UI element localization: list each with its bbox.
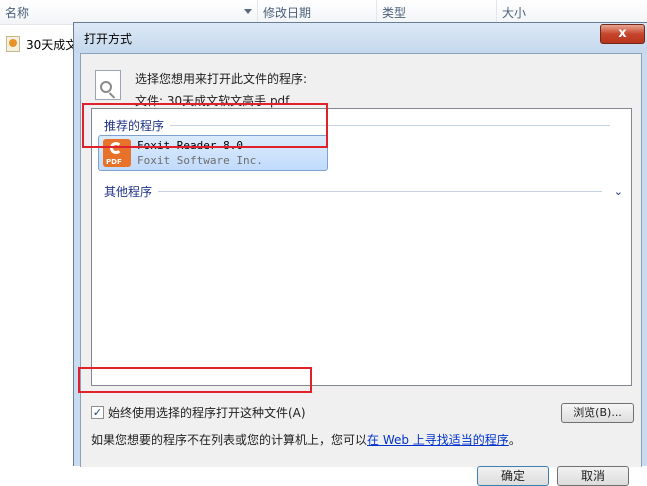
dialog-title: 打开方式	[84, 32, 133, 46]
other-group-header[interactable]: 其他程序	[104, 183, 603, 200]
column-modified-date[interactable]: 修改日期	[258, 0, 377, 24]
cancel-button[interactable]: 取消	[557, 466, 629, 486]
checkbox-highlight-box	[78, 367, 312, 393]
close-button[interactable]: x	[600, 24, 645, 44]
column-name[interactable]: 名称	[0, 0, 258, 24]
other-group-label: 其他程序	[104, 185, 153, 199]
open-with-dialog: 打开方式 x 选择您想用来打开此文件的程序: 文件: 30天成文软文高手.pdf…	[73, 22, 647, 486]
program-vendor: Foxit Software Inc.	[137, 154, 263, 167]
dialog-titlebar[interactable]: 打开方式 x	[74, 23, 647, 53]
info-suffix: 。	[508, 433, 521, 447]
web-search-link[interactable]: 在 Web 上寻找适当的程序	[367, 433, 509, 447]
file-name: 30天成文	[26, 37, 78, 52]
sort-arrow-icon[interactable]	[244, 9, 252, 14]
column-type[interactable]: 类型	[377, 0, 497, 24]
info-text: 如果您想要的程序不在列表或您的计算机上，您可以	[91, 433, 368, 447]
program-list[interactable]: 推荐的程序 Foxit Reader 8.0 Foxit Software In…	[91, 108, 632, 386]
always-use-label[interactable]: 始终使用选择的程序打开这种文件(A)	[108, 404, 306, 421]
search-document-icon	[95, 70, 121, 100]
ok-button[interactable]: 确定	[477, 466, 549, 486]
browse-button[interactable]: 浏览(B)...	[561, 403, 634, 423]
program-highlight-box	[82, 103, 328, 148]
column-size[interactable]: 大小	[497, 0, 647, 24]
group-divider	[158, 191, 603, 192]
info-row: 如果您想要的程序不在列表或您的计算机上，您可以在 Web 上寻找适当的程序。	[91, 431, 521, 448]
always-use-checkbox[interactable]: ✓	[91, 406, 104, 419]
always-use-row[interactable]: ✓ 始终使用选择的程序打开这种文件(A)	[91, 404, 306, 421]
pdf-file-icon	[6, 36, 20, 52]
prompt-text: 选择您想用来打开此文件的程序:	[135, 72, 308, 86]
chevron-down-icon[interactable]: ⌄	[614, 185, 623, 198]
